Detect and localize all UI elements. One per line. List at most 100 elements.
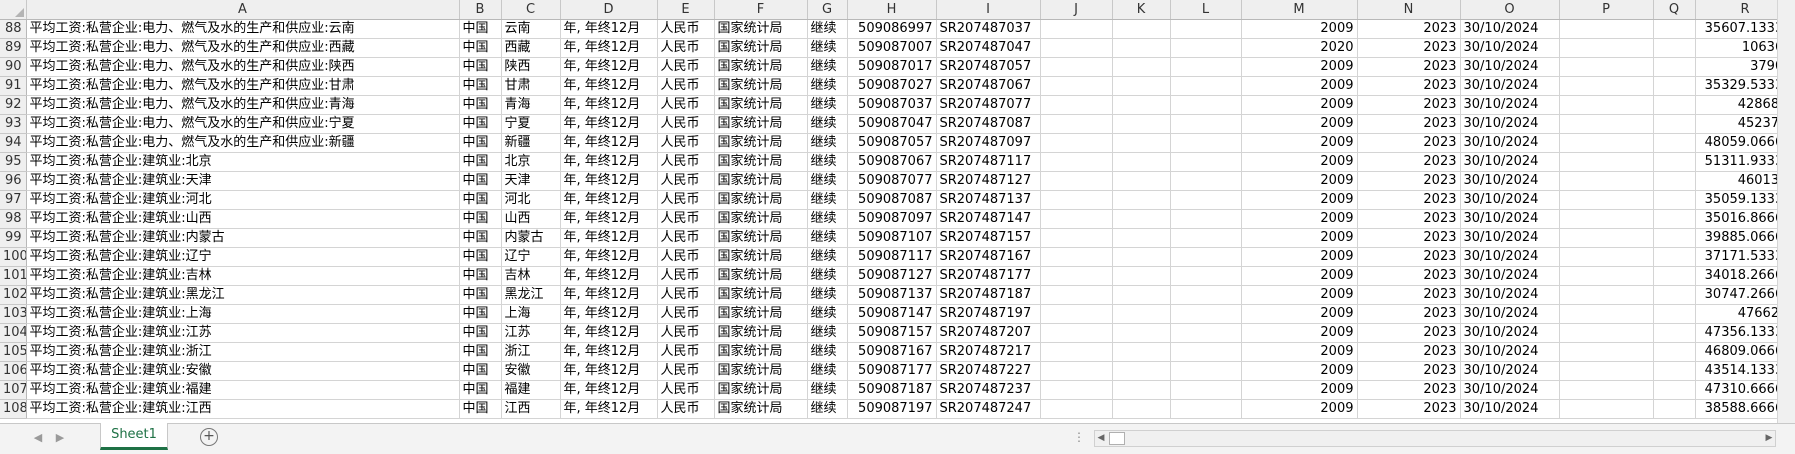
cell-f[interactable]: 国家统计局: [714, 76, 808, 96]
more-dots-icon[interactable]: ⋮: [1073, 430, 1085, 444]
cell-l[interactable]: [1170, 57, 1242, 77]
cell-i[interactable]: SR207487077: [936, 95, 1041, 115]
cell-f[interactable]: 国家统计局: [714, 133, 808, 153]
cell-n[interactable]: 2023: [1357, 19, 1461, 39]
cell-h[interactable]: 509087147: [847, 304, 937, 324]
cell-m[interactable]: 2009: [1241, 247, 1358, 267]
cell-e[interactable]: 人民币: [657, 361, 715, 381]
cell-i[interactable]: SR207487247: [936, 399, 1041, 419]
cell-b[interactable]: 中国: [459, 190, 502, 210]
cell-e[interactable]: 人民币: [657, 152, 715, 172]
cell-i[interactable]: SR207487117: [936, 152, 1041, 172]
cell-h[interactable]: 509087047: [847, 114, 937, 134]
cell-d[interactable]: 年, 年终12月: [560, 19, 658, 39]
plus-circle-icon[interactable]: +: [200, 428, 218, 446]
cell-o[interactable]: 30/10/2024: [1460, 304, 1560, 324]
cell-g[interactable]: 继续: [807, 114, 848, 134]
cell-j[interactable]: [1040, 266, 1113, 286]
cell-g[interactable]: 继续: [807, 19, 848, 39]
cell-c[interactable]: 吉林: [501, 266, 561, 286]
cell-h[interactable]: 509087187: [847, 380, 937, 400]
cell-m[interactable]: 2009: [1241, 171, 1358, 191]
cell-p[interactable]: [1559, 57, 1654, 77]
cell-o[interactable]: 30/10/2024: [1460, 95, 1560, 115]
cell-h[interactable]: 509087117: [847, 247, 937, 267]
cell-o[interactable]: 30/10/2024: [1460, 380, 1560, 400]
cell-j[interactable]: [1040, 209, 1113, 229]
cell-e[interactable]: 人民币: [657, 57, 715, 77]
cell-e[interactable]: 人民币: [657, 114, 715, 134]
cell-h[interactable]: 509087167: [847, 342, 937, 362]
cell-l[interactable]: [1170, 361, 1242, 381]
cell-m[interactable]: 2009: [1241, 342, 1358, 362]
cell-j[interactable]: [1040, 190, 1113, 210]
cell-c[interactable]: 江苏: [501, 323, 561, 343]
cell-h[interactable]: 509087177: [847, 361, 937, 381]
cell-l[interactable]: [1170, 19, 1242, 39]
cell-m[interactable]: 2009: [1241, 304, 1358, 324]
cell-d[interactable]: 年, 年终12月: [560, 247, 658, 267]
cell-q[interactable]: [1653, 209, 1696, 229]
row-header[interactable]: 107: [0, 380, 27, 400]
cell-k[interactable]: [1112, 228, 1171, 248]
cell-n[interactable]: 2023: [1357, 342, 1461, 362]
row-header[interactable]: 99: [0, 228, 27, 248]
cell-q[interactable]: [1653, 266, 1696, 286]
cell-q[interactable]: [1653, 342, 1696, 362]
cell-i[interactable]: SR207487157: [936, 228, 1041, 248]
column-header-b[interactable]: B: [459, 0, 502, 20]
cell-f[interactable]: 国家统计局: [714, 266, 808, 286]
cell-i[interactable]: SR207487217: [936, 342, 1041, 362]
cell-a[interactable]: 平均工资:私营企业:建筑业:浙江: [26, 342, 460, 362]
cell-o[interactable]: 30/10/2024: [1460, 57, 1560, 77]
cell-q[interactable]: [1653, 38, 1696, 58]
cell-m[interactable]: 2009: [1241, 323, 1358, 343]
cell-n[interactable]: 2023: [1357, 209, 1461, 229]
cell-c[interactable]: 浙江: [501, 342, 561, 362]
cell-d[interactable]: 年, 年终12月: [560, 380, 658, 400]
cell-k[interactable]: [1112, 190, 1171, 210]
cell-n[interactable]: 2023: [1357, 95, 1461, 115]
cell-p[interactable]: [1559, 266, 1654, 286]
cell-m[interactable]: 2009: [1241, 190, 1358, 210]
cell-o[interactable]: 30/10/2024: [1460, 114, 1560, 134]
row-header[interactable]: 91: [0, 76, 27, 96]
cell-f[interactable]: 国家统计局: [714, 95, 808, 115]
row-header[interactable]: 97: [0, 190, 27, 210]
cell-c[interactable]: 安徽: [501, 361, 561, 381]
cell-c[interactable]: 宁夏: [501, 114, 561, 134]
cell-l[interactable]: [1170, 380, 1242, 400]
cell-e[interactable]: 人民币: [657, 209, 715, 229]
cell-d[interactable]: 年, 年终12月: [560, 266, 658, 286]
cell-f[interactable]: 国家统计局: [714, 304, 808, 324]
cell-f[interactable]: 国家统计局: [714, 171, 808, 191]
cell-n[interactable]: 2023: [1357, 152, 1461, 172]
cell-k[interactable]: [1112, 152, 1171, 172]
column-header-n[interactable]: N: [1357, 0, 1461, 20]
column-header-i[interactable]: I: [936, 0, 1041, 20]
cell-b[interactable]: 中国: [459, 38, 502, 58]
cell-b[interactable]: 中国: [459, 133, 502, 153]
cell-a[interactable]: 平均工资:私营企业:电力、燃气及水的生产和供应业:宁夏: [26, 114, 460, 134]
cell-g[interactable]: 继续: [807, 399, 848, 419]
cell-l[interactable]: [1170, 95, 1242, 115]
cell-k[interactable]: [1112, 76, 1171, 96]
cell-q[interactable]: [1653, 76, 1696, 96]
cell-p[interactable]: [1559, 76, 1654, 96]
vertical-scrollbar[interactable]: [1777, 0, 1795, 423]
cell-o[interactable]: 30/10/2024: [1460, 19, 1560, 39]
cell-e[interactable]: 人民币: [657, 266, 715, 286]
cell-p[interactable]: [1559, 133, 1654, 153]
cell-p[interactable]: [1559, 209, 1654, 229]
cell-i[interactable]: SR207487237: [936, 380, 1041, 400]
cell-l[interactable]: [1170, 76, 1242, 96]
triangle-left-icon[interactable]: ◀: [30, 430, 46, 446]
cell-m[interactable]: 2009: [1241, 399, 1358, 419]
cell-l[interactable]: [1170, 285, 1242, 305]
cell-k[interactable]: [1112, 399, 1171, 419]
cell-q[interactable]: [1653, 304, 1696, 324]
column-header-o[interactable]: O: [1460, 0, 1560, 20]
cell-o[interactable]: 30/10/2024: [1460, 228, 1560, 248]
row-header[interactable]: 104: [0, 323, 27, 343]
cell-g[interactable]: 继续: [807, 133, 848, 153]
